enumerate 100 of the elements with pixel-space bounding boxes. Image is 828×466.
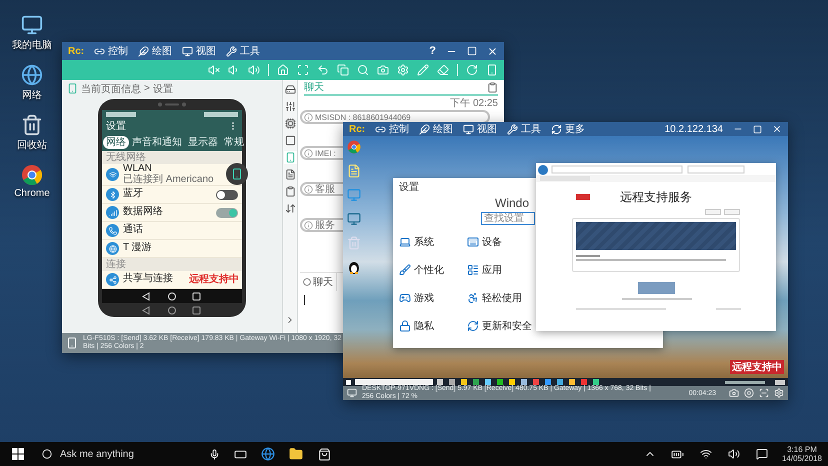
- search-field[interactable]: 查找设置: [481, 212, 535, 225]
- toggle-switch[interactable]: [216, 208, 238, 218]
- monitor-icon: [182, 46, 194, 56]
- info-icon: [304, 112, 313, 122]
- file-icon[interactable]: [347, 164, 361, 178]
- browser-icon[interactable]: [261, 447, 275, 461]
- microphone-icon[interactable]: [209, 448, 220, 460]
- settings-heading: Windo: [495, 196, 530, 210]
- app-logo: Rc:: [349, 124, 366, 134]
- window-title: 设置: [399, 180, 420, 194]
- accessibility-icon: [467, 292, 479, 304]
- desktop-icon-label[interactable]: Chrome: [14, 188, 50, 199]
- menu-item[interactable]: 工具: [226, 44, 260, 58]
- sliders-icon: [284, 101, 296, 112]
- start-button[interactable]: [638, 282, 674, 294]
- stop-icon[interactable]: [744, 388, 754, 398]
- windows-start-icon[interactable]: [12, 448, 24, 460]
- monitor-icon[interactable]: [347, 212, 361, 226]
- tab[interactable]: 聊天: [300, 273, 337, 291]
- row-title: 通话: [123, 225, 143, 236]
- tool-button[interactable]: [284, 134, 296, 147]
- volume-icon[interactable]: [728, 448, 740, 460]
- notification-icon[interactable]: [756, 448, 768, 460]
- search-field[interactable]: [355, 379, 433, 385]
- settings-category[interactable]: 更新和安全: [467, 319, 535, 333]
- menu-item[interactable]: 视图: [463, 122, 498, 136]
- clipboard-icon[interactable]: [487, 82, 498, 92]
- row-title: 数据网络: [123, 207, 163, 218]
- tool-button[interactable]: [284, 202, 296, 215]
- globe-icon: [106, 242, 119, 255]
- settings-category[interactable]: 轻松使用: [467, 291, 535, 305]
- settings-icon[interactable]: [774, 388, 784, 398]
- computer-icon: [21, 14, 43, 36]
- phone-icon: [67, 83, 78, 94]
- maximize-icon[interactable]: [467, 46, 477, 56]
- menu-item[interactable]: 绘图: [138, 44, 172, 58]
- breadcrumb-separator: >: [144, 83, 150, 94]
- desktop-icon-label[interactable]: 网络: [22, 88, 42, 102]
- recycle-bin-icon: [21, 114, 43, 136]
- drive-icon: [284, 84, 296, 95]
- menu-item[interactable]: 绘图: [419, 122, 454, 136]
- settings-category[interactable]: 隐私: [399, 319, 467, 333]
- remote-support-badge: 远程支持中: [730, 360, 784, 374]
- settings-category[interactable]: 系统: [399, 235, 467, 249]
- desktop-icon-label[interactable]: 我的电脑: [12, 38, 52, 52]
- row-title: T 漫游: [123, 243, 152, 254]
- gamepad-icon: [399, 292, 411, 304]
- tray-icons-drawing: [725, 380, 785, 384]
- document-icon: [284, 169, 296, 180]
- tool-button[interactable]: [284, 83, 296, 96]
- settings-category[interactable]: 设备: [467, 235, 535, 249]
- menu-item[interactable]: 控制: [375, 122, 410, 136]
- row-title: 蓝牙: [123, 189, 143, 200]
- refresh-icon: [467, 320, 479, 332]
- settings-category[interactable]: 应用: [467, 263, 535, 277]
- close-icon[interactable]: [772, 124, 782, 134]
- folder-icon[interactable]: [289, 447, 303, 461]
- settings-row[interactable]: 通话: [102, 222, 242, 240]
- menu-item[interactable]: 控制: [94, 44, 128, 58]
- tool-button[interactable]: [284, 168, 296, 181]
- tab[interactable]: 常规: [221, 136, 247, 149]
- task-view-icon[interactable]: [234, 448, 246, 460]
- tab[interactable]: 显示器: [185, 136, 221, 149]
- wifi-icon: [106, 168, 119, 181]
- settings-category[interactable]: 游戏: [399, 291, 467, 305]
- toggle-switch[interactable]: [216, 190, 238, 200]
- list-icon: [467, 264, 479, 276]
- phone-icon: [284, 152, 296, 163]
- chrome-icon[interactable]: [347, 140, 361, 154]
- laptop-icon: [399, 236, 411, 248]
- maximize-icon[interactable]: [753, 124, 762, 134]
- signal-icon: [106, 206, 119, 219]
- scan-icon[interactable]: [759, 388, 769, 398]
- tab[interactable]: 声音和通知: [129, 136, 185, 149]
- menu-item[interactable]: 视图: [182, 44, 216, 58]
- transfer-icon: [284, 203, 296, 214]
- menu-item[interactable]: 更多: [551, 122, 586, 136]
- close-icon[interactable]: [487, 46, 498, 56]
- search-field[interactable]: Ask me anything: [58, 448, 203, 460]
- desktop-icon-label[interactable]: 回收站: [17, 138, 47, 152]
- help-button[interactable]: ?: [429, 45, 436, 57]
- settings-category[interactable]: 个性化: [399, 263, 467, 277]
- tool-button[interactable]: [284, 117, 296, 130]
- tool-button[interactable]: [284, 100, 296, 113]
- settings-row[interactable]: WLAN 已连接到 Americano: [102, 164, 242, 186]
- wrench-icon: [507, 124, 518, 134]
- penguin-icon[interactable]: [347, 260, 361, 274]
- settings-row[interactable]: 蓝牙: [102, 186, 242, 204]
- tab[interactable]: 网络: [103, 136, 129, 149]
- clock[interactable]: 3:16 PM 14/05/2018: [776, 444, 828, 464]
- settings-row[interactable]: 数据网络: [102, 204, 242, 222]
- menu-item[interactable]: 工具: [507, 122, 542, 136]
- circle-icon: [303, 278, 311, 286]
- tool-button[interactable]: [284, 185, 296, 198]
- camera-icon[interactable]: [729, 388, 739, 398]
- monitor-icon: [347, 388, 357, 398]
- store-icon[interactable]: [318, 448, 330, 460]
- monitor-icon: [463, 124, 474, 134]
- battery-icon[interactable]: [671, 448, 684, 460]
- windows-logo-icon[interactable]: [346, 380, 351, 384]
